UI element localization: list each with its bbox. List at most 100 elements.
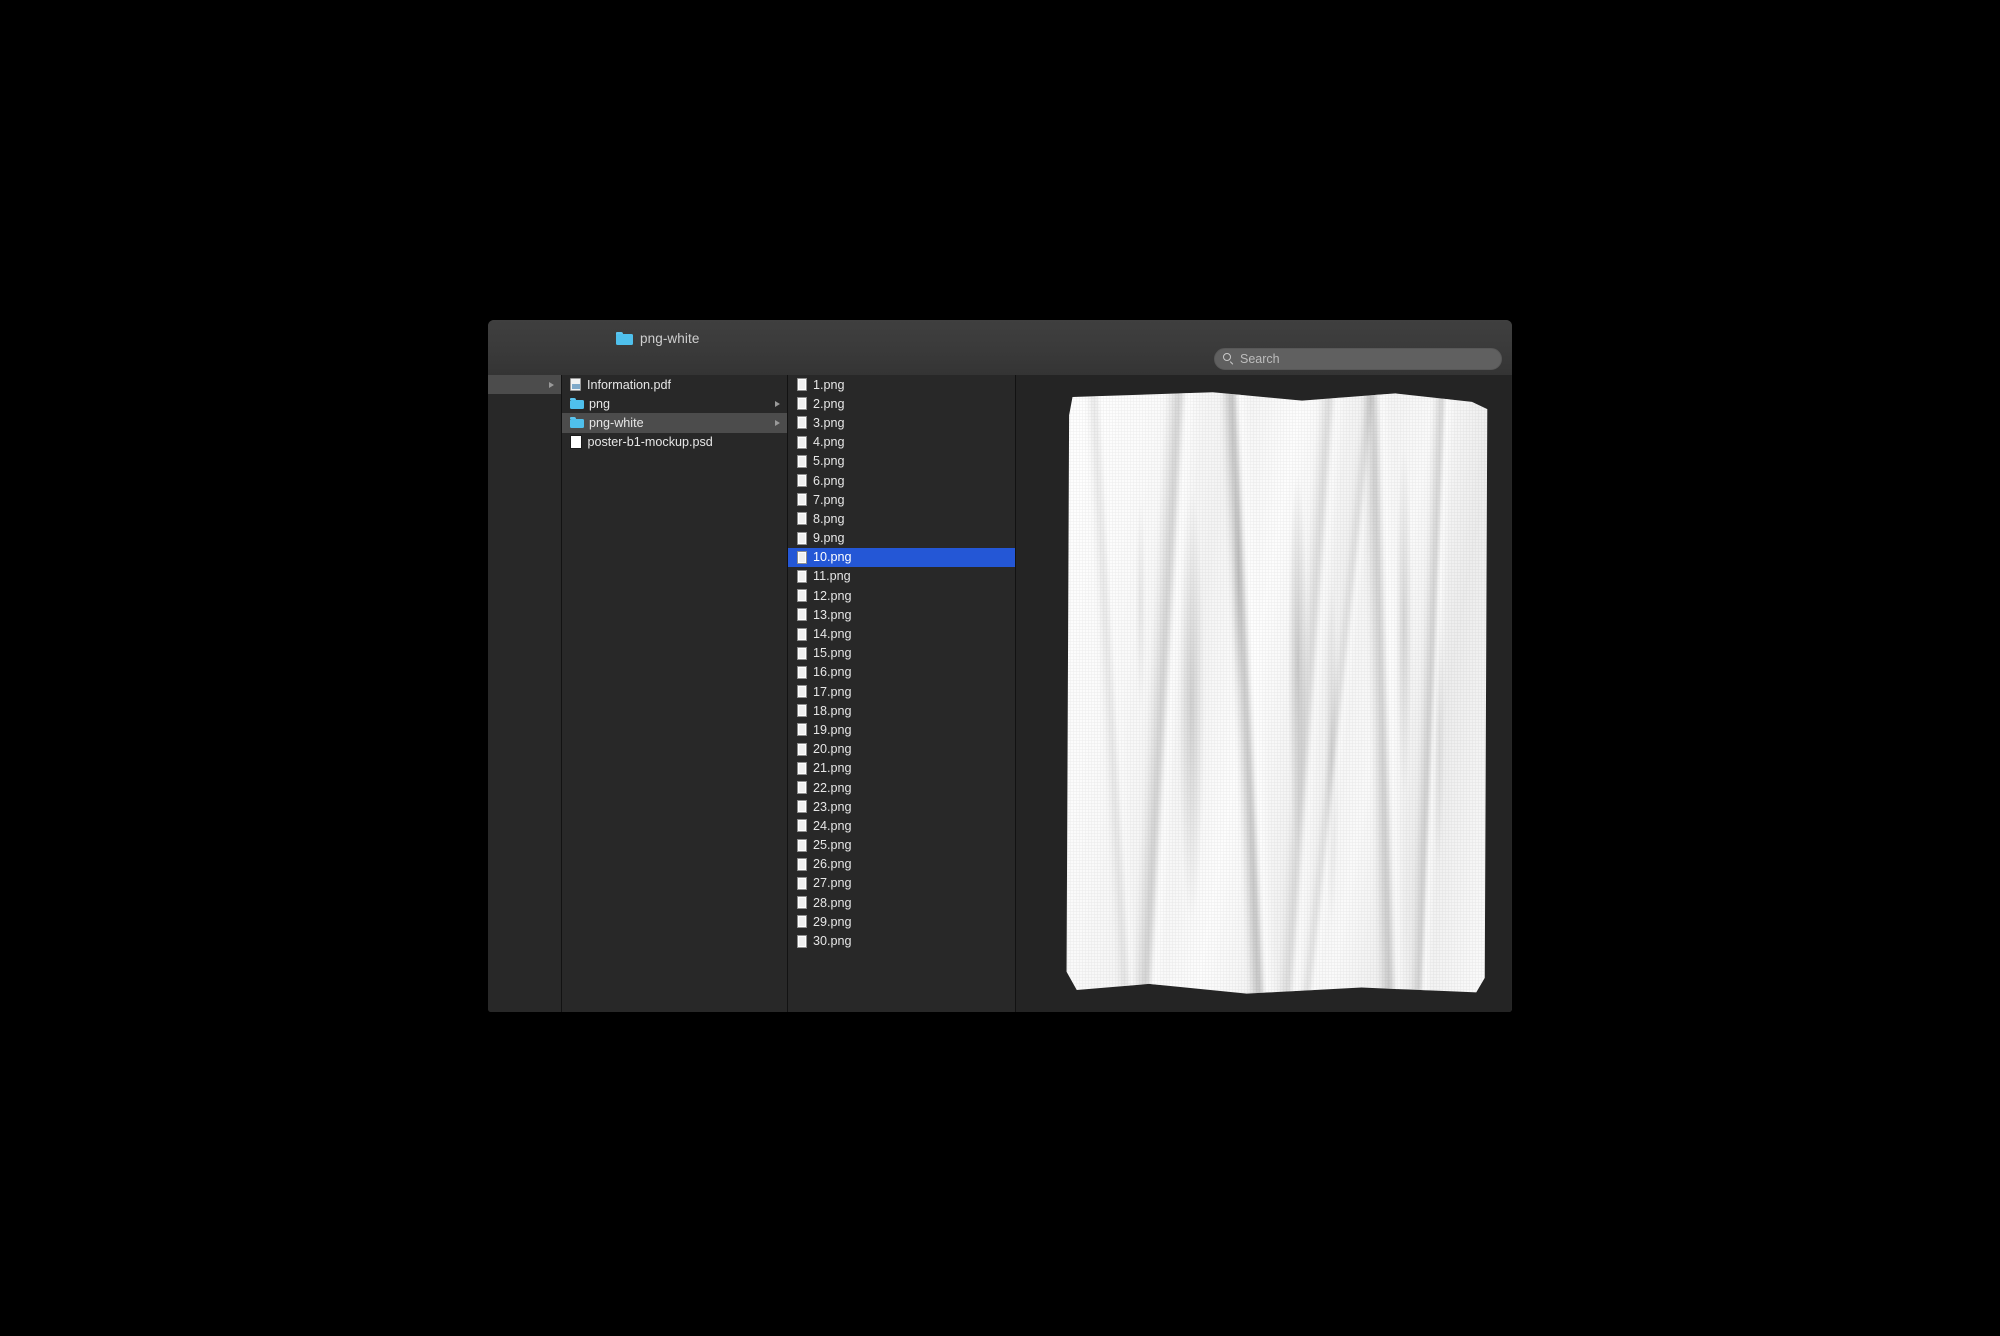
list-item[interactable]: 2.png [788,394,1015,413]
list-item[interactable]: 18.png [788,701,1015,720]
png-file-icon [797,761,807,775]
png-file-icon [797,378,807,392]
png-file-icon [797,685,807,699]
png-file-icon [797,857,807,871]
list-item[interactable] [488,375,561,395]
search-input[interactable]: Search [1240,352,1280,366]
list-item[interactable]: 16.png [788,663,1015,682]
list-item[interactable]: 28.png [788,893,1015,912]
list-item[interactable]: png [562,394,787,413]
list-item[interactable]: 30.png [788,931,1015,950]
list-item-label: 14.png [813,627,852,642]
list-item[interactable]: Information.pdf [562,375,787,394]
png-file-icon [797,819,807,833]
list-item-label: 6.png [813,473,845,488]
list-item-label: png-white [589,415,644,430]
preview-pane [1016,375,1511,1012]
png-file-icon [797,742,807,756]
list-item[interactable]: 25.png [788,836,1015,855]
png-file-icon [797,474,807,488]
finder-window: png-white Search Information.pdf png png-w… [488,320,1512,1012]
list-item-label: 8.png [813,511,845,526]
list-item[interactable]: 5.png [788,452,1015,471]
column-files[interactable]: 1.png 2.png 3.png 4.png 5.png 6.png 7.png 8.png… [788,375,1016,1012]
list-item[interactable]: 10.png [788,547,1015,567]
list-item-label: 23.png [813,799,852,814]
png-file-icon [797,397,807,411]
list-item[interactable]: 17.png [788,682,1015,701]
disclosure-arrow-icon [775,400,780,407]
pdf-file-icon [570,377,581,392]
list-item-label: 5.png [813,454,845,469]
list-item-label: 19.png [813,722,852,737]
list-item[interactable]: png-white [562,413,787,433]
list-item[interactable]: 29.png [788,912,1015,931]
column-ancestor[interactable] [488,375,562,1012]
list-item-label: 16.png [813,665,852,680]
list-item[interactable]: 7.png [788,490,1015,509]
list-item-label: 22.png [813,780,852,795]
png-file-icon [797,531,807,545]
disclosure-arrow-icon [549,381,554,388]
list-item[interactable]: poster-b1-mockup.psd [562,433,787,452]
list-item[interactable]: 11.png [788,567,1015,586]
list-item-label: 11.png [813,569,851,584]
screen: png-white Search Information.pdf png png-w… [0,0,2000,1336]
list-item[interactable]: 12.png [788,586,1015,605]
list-item[interactable]: 4.png [788,433,1015,452]
png-file-icon [797,416,807,430]
png-file-icon [797,876,807,890]
list-item-label: 29.png [813,914,852,929]
list-item-label: 21.png [813,761,852,776]
list-item[interactable]: 22.png [788,778,1015,797]
list-item[interactable]: 1.png [788,375,1015,394]
png-file-icon [797,838,807,852]
search-icon [1223,353,1235,365]
list-item-label: 30.png [813,934,852,949]
png-file-icon [797,646,807,660]
list-item[interactable]: 24.png [788,816,1015,835]
list-item-label: Information.pdf [587,377,672,392]
list-item[interactable]: 23.png [788,797,1015,816]
search-field[interactable]: Search [1214,348,1502,370]
list-item-label: 10.png [813,550,852,565]
column-parent[interactable]: Information.pdf png png-white poster-b1-moc… [562,375,788,1012]
list-item-label: 1.png [813,377,845,392]
list-item-label: 4.png [813,435,845,450]
list-item[interactable]: 26.png [788,855,1015,874]
png-file-icon [797,665,807,679]
window-title: png-white [640,330,700,346]
folder-icon [570,397,584,411]
disclosure-arrow-icon [775,419,780,426]
list-item-label: 9.png [813,531,845,546]
list-item-label: 20.png [813,742,852,757]
png-file-icon [797,512,807,526]
list-item[interactable]: 15.png [788,644,1015,663]
list-item[interactable]: 13.png [788,605,1015,624]
list-item[interactable]: 21.png [788,759,1015,778]
window-title-proxy[interactable]: png-white [616,328,699,348]
png-file-icon [797,493,807,507]
list-item[interactable]: 9.png [788,529,1015,548]
list-item[interactable]: 6.png [788,471,1015,490]
png-file-icon [797,781,807,795]
list-item[interactable]: 27.png [788,874,1015,893]
list-item-label: 12.png [813,588,852,603]
png-file-icon [797,934,807,948]
column-browser: Information.pdf png png-white poster-b1-moc… [488,375,1512,1012]
png-file-icon [797,915,807,929]
list-item[interactable]: 20.png [788,740,1015,759]
list-item[interactable]: 14.png [788,624,1015,643]
list-item-label: 25.png [813,838,852,853]
list-item[interactable]: 19.png [788,720,1015,739]
png-file-icon [797,800,807,814]
png-file-icon [797,627,807,641]
list-item-label: 26.png [813,857,852,872]
list-item-label: 28.png [813,895,852,910]
png-file-icon [797,608,807,622]
psd-file-icon [570,435,582,449]
list-item-label: 13.png [813,607,852,622]
png-file-icon [797,435,807,449]
list-item[interactable]: 3.png [788,413,1015,432]
list-item[interactable]: 8.png [788,509,1015,528]
